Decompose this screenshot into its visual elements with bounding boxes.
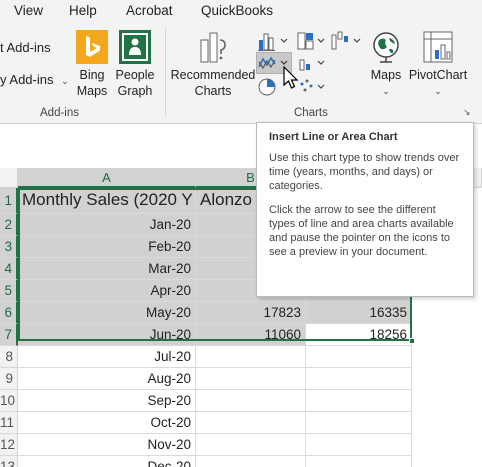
cell-b6[interactable]: 17823 [196,302,306,324]
insert-scatter-chart-button[interactable] [297,76,329,98]
cell-b12[interactable] [196,434,306,456]
row-header-2[interactable]: 2 [0,214,18,236]
column-chart-icon [258,33,288,51]
get-addins-label: t Add-ins [0,40,51,55]
menu-bar: View Help Acrobat QuickBooks [0,0,482,24]
cell-a4[interactable]: Mar-20 [18,258,196,280]
globe-icon [373,32,399,63]
menu-help[interactable]: Help [69,3,97,18]
tooltip-paragraph-1: Use this chart type to show trends over … [269,152,460,192]
cell-a7[interactable]: Jun-20 [18,324,196,346]
addins-group-label: Add-ins [40,107,79,119]
menu-view[interactable]: View [14,3,43,18]
maps-label: Maps [370,68,402,82]
pivotchart-label: PivotChart [408,68,468,82]
get-addins-button[interactable]: t Add-ins [0,40,51,55]
insert-hierarchy-chart-button[interactable] [297,30,329,52]
charts-group-label: Charts [294,107,328,119]
column-header-a[interactable]: A [18,168,196,188]
cell-c12[interactable] [306,434,412,456]
row-header-5[interactable]: 5 [0,280,18,302]
row-header-9[interactable]: 9 [0,368,18,390]
my-addins-button[interactable]: y Add-ins ⌄ [0,72,69,87]
cell-b9[interactable] [196,368,306,390]
cell-a5[interactable]: Apr-20 [18,280,196,302]
row-header-3[interactable]: 3 [0,236,18,258]
chevron-down-icon: ⌄ [61,76,69,86]
row-header-6[interactable]: 6 [0,302,18,324]
dialog-launcher-icon[interactable]: ↘ [463,108,472,117]
cell-a11[interactable]: Oct-20 [18,412,196,434]
group-divider [165,28,166,116]
people-graph-icon [119,30,151,64]
people-graph-button[interactable]: People Graph [114,30,156,99]
mouse-pointer-icon [283,66,299,89]
statistic-chart-icon [299,59,325,71]
insert-statistic-chart-button[interactable] [297,52,329,74]
cell-c11[interactable] [306,412,412,434]
chevron-down-icon: ⌄ [434,86,442,96]
row-header-1[interactable]: 1 [0,188,18,214]
row-header-12[interactable]: 12 [0,434,18,456]
row-header-13[interactable]: 13 [0,456,18,467]
maps-button[interactable]: Maps ⌄ [366,30,406,99]
cell-b13[interactable] [196,456,306,467]
row-header-10[interactable]: 10 [0,390,18,412]
menu-acrobat[interactable]: Acrobat [126,3,173,18]
cell-c10[interactable] [306,390,412,412]
row-header-11[interactable]: 11 [0,412,18,434]
fill-handle[interactable] [409,338,415,344]
cell-c9[interactable] [306,368,412,390]
select-all-corner[interactable] [0,168,18,188]
bing-maps-button[interactable]: Bing Maps [72,30,112,99]
cell-c7-active[interactable]: 18256 [306,324,412,346]
my-addins-label: y Add-ins [0,72,54,87]
chevron-down-icon: ⌄ [382,86,390,96]
row-header-8[interactable]: 8 [0,346,18,368]
cell-c8[interactable] [306,346,412,368]
waterfall-chart-icon [331,31,361,50]
cell-a10[interactable]: Sep-20 [18,390,196,412]
cell-a9[interactable]: Aug-20 [18,368,196,390]
chart-tooltip: Insert Line or Area Chart Use this chart… [256,122,474,297]
cell-a6[interactable]: May-20 [18,302,196,324]
recommended-charts-button[interactable]: Recommended Charts [170,30,256,99]
insert-waterfall-chart-button[interactable] [330,30,364,52]
hierarchy-chart-icon [297,32,325,50]
cell-a12[interactable]: Nov-20 [18,434,196,456]
cell-a1[interactable]: Monthly Sales (2020 Y [18,188,196,214]
scatter-chart-icon [300,79,325,92]
tooltip-paragraph-2: Click the arrow to see the different typ… [269,204,454,258]
recommended-charts-label-1: Recommended [170,68,256,82]
bing-maps-label-2: Maps [76,84,108,98]
tooltip-title: Insert Line or Area Chart [269,131,398,143]
pivotchart-button[interactable]: PivotChart ⌄ [408,30,468,99]
ribbon: t Add-ins y Add-ins ⌄ Bing Maps People G… [0,24,482,124]
recommended-charts-icon [200,32,226,63]
cell-a8[interactable]: Jul-20 [18,346,196,368]
pivotchart-icon [423,31,453,63]
row-header-7[interactable]: 7 [0,324,18,346]
menu-quickbooks[interactable]: QuickBooks [201,3,273,18]
people-graph-label-2: Graph [117,84,153,98]
people-graph-label-1: People [115,68,155,82]
cell-c6[interactable]: 16335 [306,302,412,324]
cell-a3[interactable]: Feb-20 [18,236,196,258]
row-header-4[interactable]: 4 [0,258,18,280]
bing-maps-label-1: Bing [79,68,105,82]
recommended-charts-label-2: Charts [194,84,232,98]
cell-a2[interactable]: Jan-20 [18,214,196,236]
insert-column-chart-button[interactable] [257,30,295,52]
bing-maps-icon [76,30,108,64]
cell-b11[interactable] [196,412,306,434]
cell-b10[interactable] [196,390,306,412]
cell-a13[interactable]: Dec-20 [18,456,196,467]
cell-b7[interactable]: 11060 [196,324,306,346]
cell-b8[interactable] [196,346,306,368]
cell-c13[interactable] [306,456,412,467]
